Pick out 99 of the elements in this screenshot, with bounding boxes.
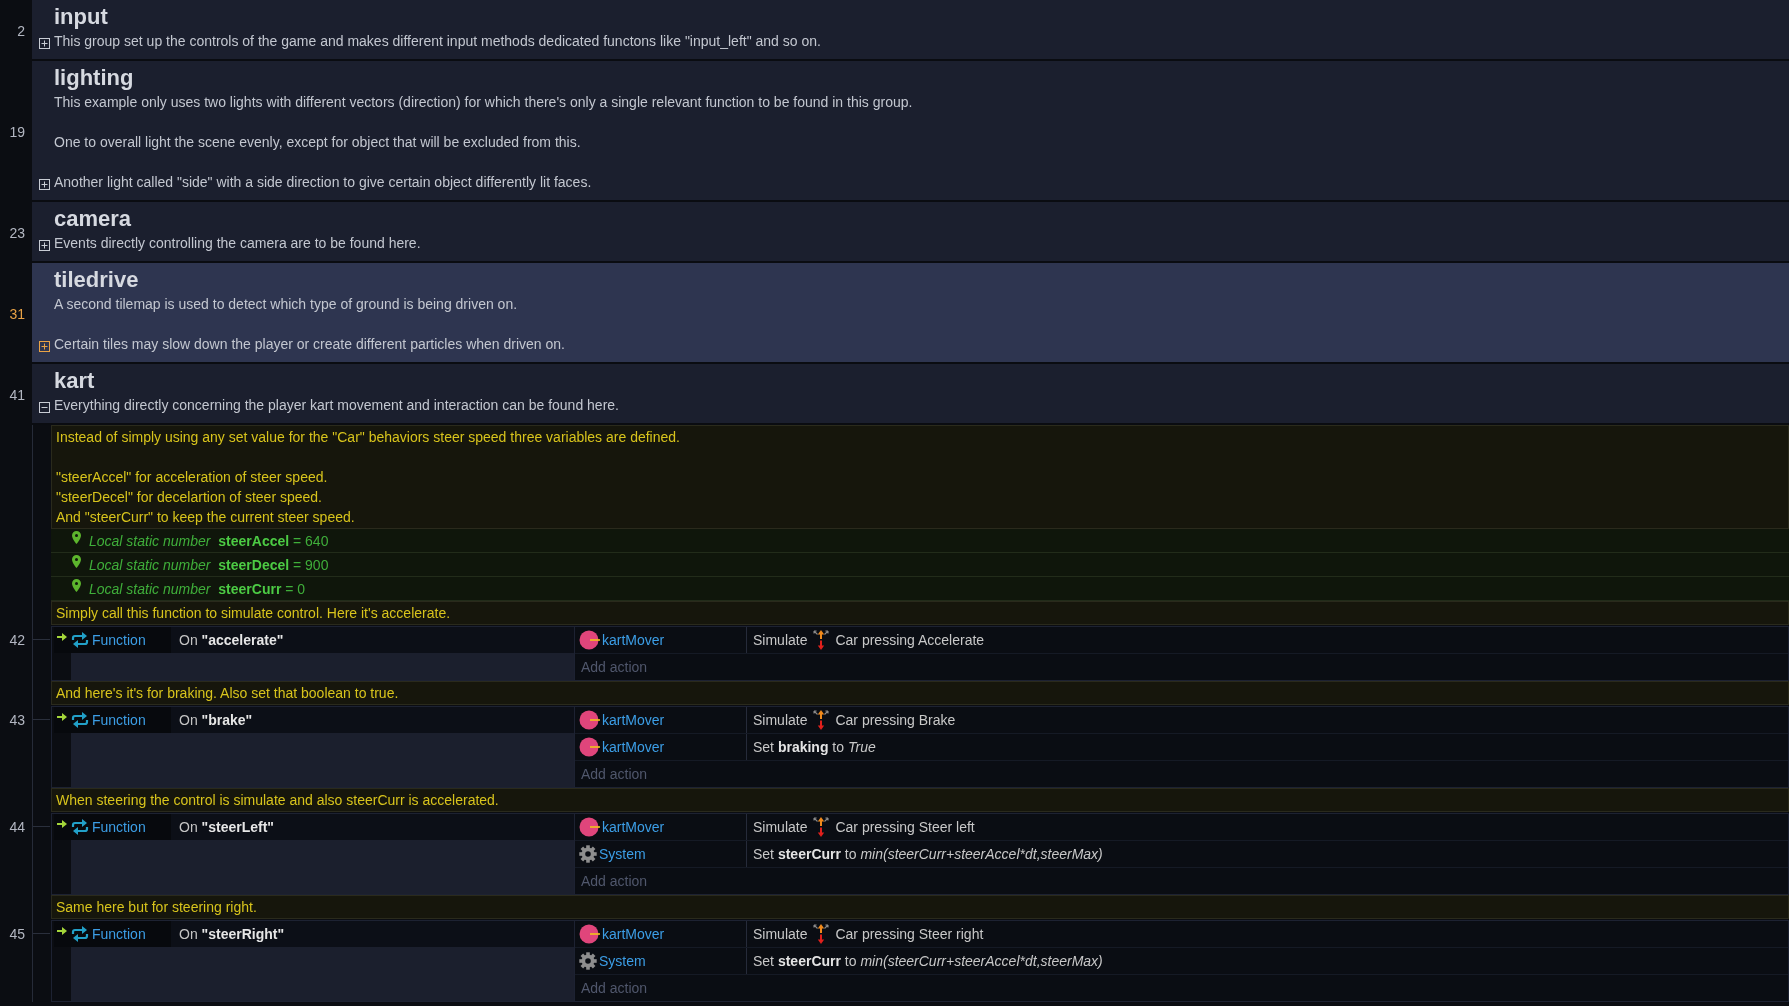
object-name: Function [92,819,146,835]
pin-icon [72,555,81,568]
comment[interactable]: When steering the control is simulate and also steerCurr is accelerated. [51,788,1789,812]
action-row[interactable]: System Set steerCurr to min(steerCurr+steerAccel*dt,steerMax) [575,948,1788,975]
arrows-icon [813,710,830,730]
variable-row[interactable]: Local static number steerAccel = 640 [51,529,1789,553]
action-row[interactable]: kartMover Simulate Car pressing Accelerate [575,627,1788,654]
object-name: kartMover [602,819,665,835]
line-number: 31 [9,304,25,323]
condition-row[interactable]: Function On "accelerate" [54,627,574,653]
expand-icon[interactable] [39,240,50,251]
action-text: Simulate [753,819,808,835]
group-title: kart [54,367,95,395]
group-description: Everything directly concerning the player kart movement and interaction can be found here. [54,396,619,415]
expand-icon[interactable] [39,179,50,190]
variable-row[interactable]: Local static number steerDecel = 900 [51,553,1789,577]
action-row[interactable]: kartMover Set braking to True [575,734,1788,761]
object-name: System [599,846,646,862]
pin-icon [72,531,81,544]
arrow-icon [57,820,67,828]
ball-icon [579,630,600,650]
action-row[interactable]: kartMover Simulate Car pressing Steer right [575,921,1788,948]
repeat-icon [71,819,89,835]
group-description: This example only uses two lights with different vectors (direction) for which there's only a single relevant function to be found in this group. One to overall light the scene evenly, except for object that will be excluded from this. Another light called "side" with a side direction to give certain object differently lit faces. [54,93,913,192]
collapse-icon[interactable] [39,402,50,413]
repeat-icon [71,632,89,648]
action-text: Simulate [753,926,808,942]
comment[interactable]: Same here but for steering right. [51,895,1789,919]
group-description: Events directly controlling the camera are to be found here. [54,234,421,253]
comment[interactable]: Instead of simply using any set value for the "Car" behaviors steer speed three variables are defined. "steerAccel" for acceleration of steer speed. "steerDecel" for decelartion of steer speed. And "steerCurr" to keep the current steer speed. [51,425,1789,529]
repeat-icon [71,926,89,942]
arrows-icon [813,630,830,650]
arrow-icon [57,713,67,721]
object-name: Function [92,712,146,728]
object-name: kartMover [602,632,665,648]
action-text: Simulate [753,632,808,648]
action-row[interactable]: System Set steerCurr to min(steerCurr+steerAccel*dt,steerMax) [575,841,1788,868]
condition-text: On "accelerate" [178,632,284,648]
action-text: Car pressing Accelerate [835,632,985,648]
action-row[interactable]: kartMover Simulate Car pressing Steer left [575,814,1788,841]
condition-text: On "steerRight" [178,926,285,942]
comment[interactable]: And here's it's for braking. Also set that boolean to true. [51,681,1789,705]
action-text: Set braking to True [753,739,876,755]
action-text: Simulate [753,712,808,728]
event-group[interactable]: kart Everything directly concerning the player kart movement and interaction can be found here. [32,364,1789,425]
action-text: Car pressing Steer right [835,926,984,942]
ball-icon [579,737,600,757]
condition-row[interactable]: Function On "steerRight" [54,921,574,947]
line-number: 41 [9,385,25,404]
group-description: A second tilemap is used to detect which type of ground is being driven on. Certain tiles may slow down the player or create different particles when driven on. [54,295,565,354]
object-name: System [599,953,646,969]
variable-row[interactable]: Local static number steerCurr = 0 [51,577,1789,601]
arrow-icon [57,927,67,935]
group-title: input [54,3,108,31]
line-number: 45 [9,925,25,943]
variable-declaration: Local static number steerAccel = 640 [89,532,329,549]
condition-row[interactable]: Function On "brake" [54,707,574,733]
action-text: Car pressing Brake [835,712,956,728]
arrow-icon [57,633,67,641]
event-group[interactable]: camera Events directly controlling the camera are to be found here. [32,202,1789,263]
line-number: 42 [9,631,25,649]
group-title: lighting [54,64,134,92]
ball-icon [579,710,600,730]
condition-row[interactable]: Function On "steerLeft" [54,814,574,840]
gear-icon [579,845,597,863]
action-text: Set steerCurr to min(steerCurr+steerAccel*dt,steerMax) [753,953,1103,969]
object-name: kartMover [602,712,665,728]
action-text: Car pressing Steer left [835,819,975,835]
group-description: This group set up the controls of the game and makes different input methods dedicated functons like "input_left" and so on. [54,32,821,51]
line-number: 43 [9,711,25,729]
line-number: 44 [9,818,25,836]
event-group[interactable]: tiledrive A second tilemap is used to detect which type of ground is being driven on. Certain tiles may slow down the player or create different particles when driven on. [32,263,1789,364]
comment[interactable]: Simply call this function to simulate control. Here it's accelerate. [51,601,1789,625]
ball-icon [579,924,600,944]
ball-icon [579,817,600,837]
expand-icon[interactable] [39,341,50,352]
object-name: kartMover [602,739,665,755]
action-row[interactable]: kartMover Simulate Car pressing Brake [575,707,1788,734]
object-name: kartMover [602,926,665,942]
line-number: 2 [17,21,25,40]
event-group[interactable]: input This group set up the controls of the game and makes different input methods dedicated functons like "input_left" and so on. [32,0,1789,61]
repeat-icon [71,712,89,728]
variable-declaration: Local static number steerDecel = 900 [89,556,329,573]
object-name: Function [92,632,146,648]
condition-text: On "brake" [178,712,253,728]
group-title: tiledrive [54,266,139,294]
gear-icon [579,952,597,970]
condition-text: On "steerLeft" [178,819,274,835]
arrows-icon [813,924,830,944]
line-number: 19 [9,122,25,141]
variable-declaration: Local static number steerCurr = 0 [89,580,306,597]
expand-icon[interactable] [39,38,50,49]
line-number: 23 [9,223,25,242]
object-name: Function [92,926,146,942]
group-title: camera [54,205,132,233]
pin-icon [72,579,81,592]
action-text: Set steerCurr to min(steerCurr+steerAccel*dt,steerMax) [753,846,1103,862]
event-group[interactable] [32,61,1789,202]
arrows-icon [813,817,830,837]
